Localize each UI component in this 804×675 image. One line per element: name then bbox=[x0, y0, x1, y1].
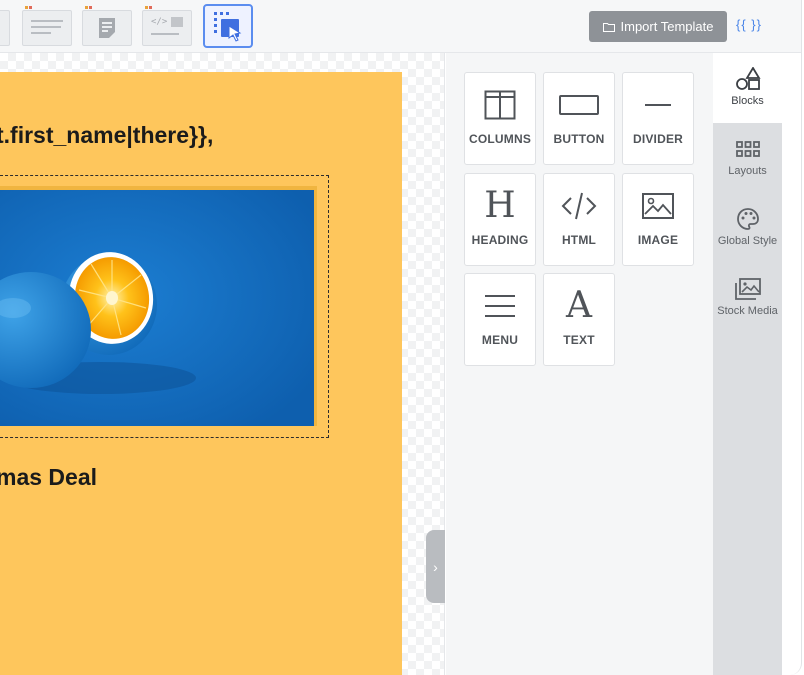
block-menu[interactable]: MENU bbox=[464, 273, 536, 366]
block-label: HTML bbox=[561, 233, 597, 247]
blocks-panel: COLUMNS BUTTON DIVIDER H HEADING HTML IM… bbox=[446, 53, 713, 675]
template-toolbar: </> Import Template {{ }} bbox=[0, 0, 801, 53]
tab-blocks[interactable]: Blocks bbox=[713, 53, 782, 123]
block-label: TEXT bbox=[563, 333, 595, 347]
greeting-text[interactable]: t.first_name|there}}, bbox=[0, 122, 213, 149]
palette-icon bbox=[736, 207, 760, 231]
editor-window: </> Import Template {{ }} t.first_name|t… bbox=[0, 0, 802, 675]
text-icon: A bbox=[566, 285, 592, 326]
block-columns[interactable]: COLUMNS bbox=[464, 72, 536, 165]
tab-layouts[interactable]: Layouts bbox=[713, 123, 782, 193]
block-button[interactable]: BUTTON bbox=[543, 72, 615, 165]
chevron-right-icon: › bbox=[433, 558, 438, 575]
import-template-button[interactable]: Import Template bbox=[589, 11, 727, 42]
template-thumbnail[interactable]: </> bbox=[142, 6, 192, 46]
orange-photo[interactable] bbox=[0, 190, 314, 426]
divider-icon bbox=[645, 89, 671, 121]
tab-label: Blocks bbox=[731, 95, 764, 107]
grid-icon bbox=[735, 137, 760, 161]
deal-heading[interactable]: mas Deal bbox=[0, 464, 97, 491]
block-label: BUTTON bbox=[553, 132, 605, 146]
folder-icon bbox=[602, 22, 615, 32]
block-heading[interactable]: H HEADING bbox=[464, 173, 536, 266]
template-thumbnail[interactable] bbox=[22, 6, 72, 46]
block-html[interactable]: HTML bbox=[543, 173, 615, 266]
block-image[interactable]: IMAGE bbox=[622, 173, 694, 266]
button-icon bbox=[559, 89, 599, 121]
merge-tags-button[interactable]: {{ }} bbox=[736, 17, 762, 32]
block-label: MENU bbox=[481, 333, 519, 347]
template-thumbnail-active[interactable] bbox=[203, 4, 253, 48]
shapes-icon bbox=[735, 67, 761, 91]
email-preview[interactable]: t.first_name|there}}, mas Deal bbox=[0, 72, 402, 675]
sidebar-tabs: Blocks Layouts Global Style Stock Media bbox=[713, 53, 782, 675]
block-text[interactable]: A TEXT bbox=[543, 273, 615, 366]
columns-icon bbox=[484, 89, 516, 121]
template-thumbnail[interactable] bbox=[82, 6, 132, 46]
block-label: HEADING bbox=[471, 233, 529, 247]
tab-label: Global Style bbox=[717, 235, 778, 247]
block-label: IMAGE bbox=[637, 233, 679, 247]
image-icon bbox=[642, 190, 674, 222]
code-icon bbox=[561, 190, 597, 222]
block-label: COLUMNS bbox=[468, 132, 532, 146]
tab-global-style[interactable]: Global Style bbox=[713, 193, 782, 263]
photos-icon bbox=[734, 277, 761, 301]
selected-image-block[interactable] bbox=[0, 175, 329, 438]
block-label: DIVIDER bbox=[632, 132, 684, 146]
block-divider[interactable]: DIVIDER bbox=[622, 72, 694, 165]
tab-label: Layouts bbox=[728, 165, 767, 177]
panel-collapse-handle[interactable]: › bbox=[426, 530, 445, 603]
template-thumbnail[interactable] bbox=[0, 10, 10, 46]
heading-icon: H bbox=[484, 185, 516, 226]
tab-label: Stock Media bbox=[717, 305, 778, 317]
import-template-label: Import Template bbox=[620, 19, 714, 34]
tab-stock-media[interactable]: Stock Media bbox=[713, 263, 782, 333]
menu-icon bbox=[485, 290, 515, 322]
